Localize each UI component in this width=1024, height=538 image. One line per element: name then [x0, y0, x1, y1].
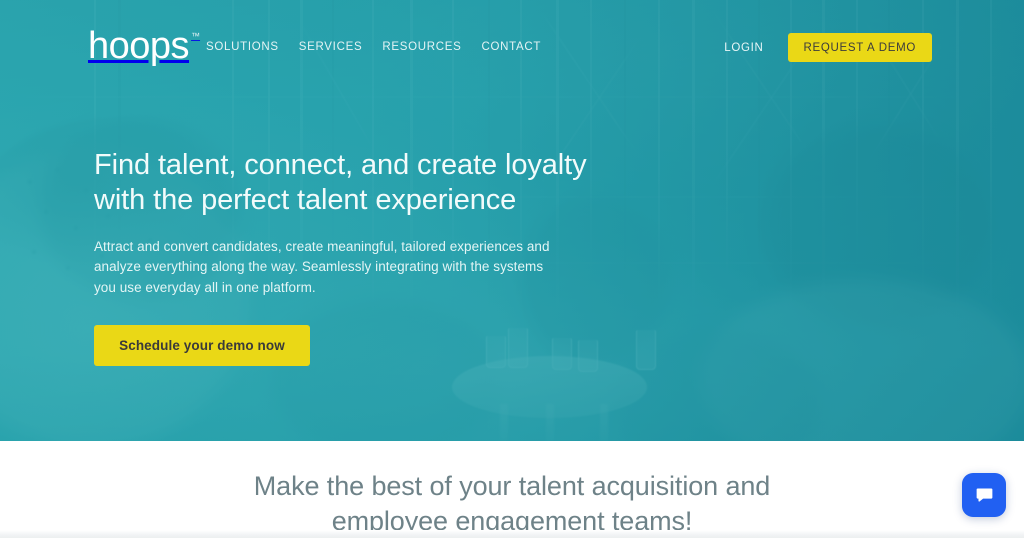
nav-item-contact[interactable]: CONTACT — [481, 41, 541, 53]
nav-links: SOLUTIONS SERVICES RESOURCES CONTACT — [206, 41, 541, 53]
login-link[interactable]: LOGIN — [724, 42, 763, 54]
hero-title-line-1: Find talent, connect, and create loyalty — [94, 149, 587, 181]
schedule-demo-button[interactable]: Schedule your demo now — [94, 325, 310, 367]
main-navigation: hoops ™ SOLUTIONS SERVICES RESOURCES CON… — [0, 0, 1024, 94]
hero-title-line-2: with the perfect talent experience — [94, 184, 517, 217]
section-heading: Make the best of your talent acquisition… — [0, 469, 1024, 538]
logo-trademark-icon: ™ — [191, 31, 201, 41]
section-heading-line-1: Make the best of your talent acquisition… — [253, 471, 771, 501]
hero-section: hoops ™ SOLUTIONS SERVICES RESOURCES CON… — [0, 0, 1024, 441]
intro-section: Make the best of your talent acquisition… — [0, 441, 1024, 538]
page-root: hoops ™ SOLUTIONS SERVICES RESOURCES CON… — [0, 0, 1024, 538]
nav-item-solutions[interactable]: SOLUTIONS — [206, 41, 279, 53]
nav-actions: LOGIN REQUEST A DEMO — [724, 33, 932, 62]
page-bottom-fade — [0, 530, 1024, 538]
request-demo-button[interactable]: REQUEST A DEMO — [787, 33, 932, 62]
nav-item-services[interactable]: SERVICES — [299, 41, 363, 53]
chat-bubble-icon — [974, 485, 995, 506]
chat-widget-button[interactable] — [962, 473, 1006, 517]
nav-item-resources[interactable]: RESOURCES — [382, 41, 461, 53]
hero-subtitle: Attract and convert candidates, create m… — [94, 238, 550, 295]
hero-content: Find talent, connect, and create loyalty… — [94, 148, 614, 367]
hero-title: Find talent, connect, and create loyalty… — [94, 148, 614, 219]
site-logo[interactable]: hoops ™ — [88, 27, 200, 65]
logo-wordmark: hoops — [88, 25, 190, 67]
